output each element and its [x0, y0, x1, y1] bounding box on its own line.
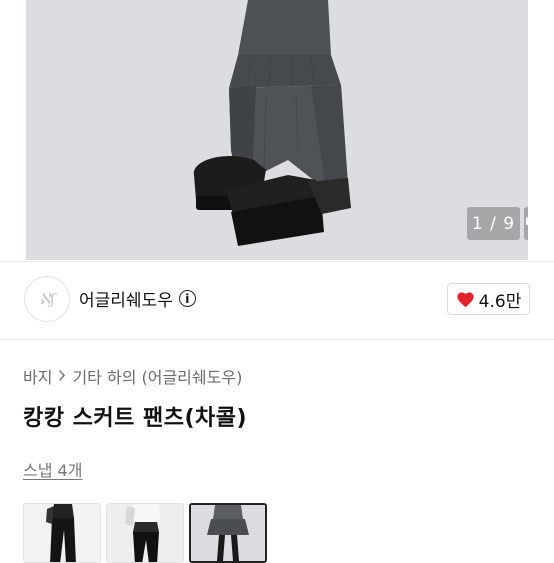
breadcrumb-subcategory[interactable]: 기타 하의 (어글리쉐도우)	[72, 364, 242, 388]
chevron-right-icon	[58, 367, 66, 386]
divider	[0, 261, 554, 262]
heart-icon	[457, 291, 474, 307]
info-circle-icon[interactable]: i	[178, 290, 196, 307]
product-title: 캉캉 스커트 팬츠(차콜)	[23, 406, 248, 431]
expand-icon[interactable]	[524, 207, 528, 240]
breadcrumb-category[interactable]: 바지	[23, 364, 52, 388]
shop-name[interactable]: 어글리쉐도우	[79, 286, 173, 311]
product-image[interactable]: 1 / 9	[26, 0, 528, 260]
image-counter: 1 / 9	[467, 207, 520, 240]
shop-name-row[interactable]: 어글리쉐도우 i	[79, 286, 196, 311]
divider	[0, 339, 554, 340]
like-button[interactable]: 4.6만	[447, 283, 530, 315]
shop-logo[interactable]: ℵʃ	[24, 276, 70, 322]
like-count: 4.6만	[478, 291, 522, 312]
snap-link[interactable]: 스냅 4개	[23, 457, 82, 481]
snap-thumbnails	[23, 503, 267, 563]
shop-logo-text: ℵʃ	[39, 290, 55, 308]
breadcrumb: 바지 기타 하의 (어글리쉐도우)	[23, 364, 242, 388]
product-photo	[26, 0, 528, 260]
thumbnail[interactable]	[106, 503, 184, 563]
thumbnail-selected[interactable]	[189, 503, 267, 563]
thumbnail[interactable]	[23, 503, 101, 563]
